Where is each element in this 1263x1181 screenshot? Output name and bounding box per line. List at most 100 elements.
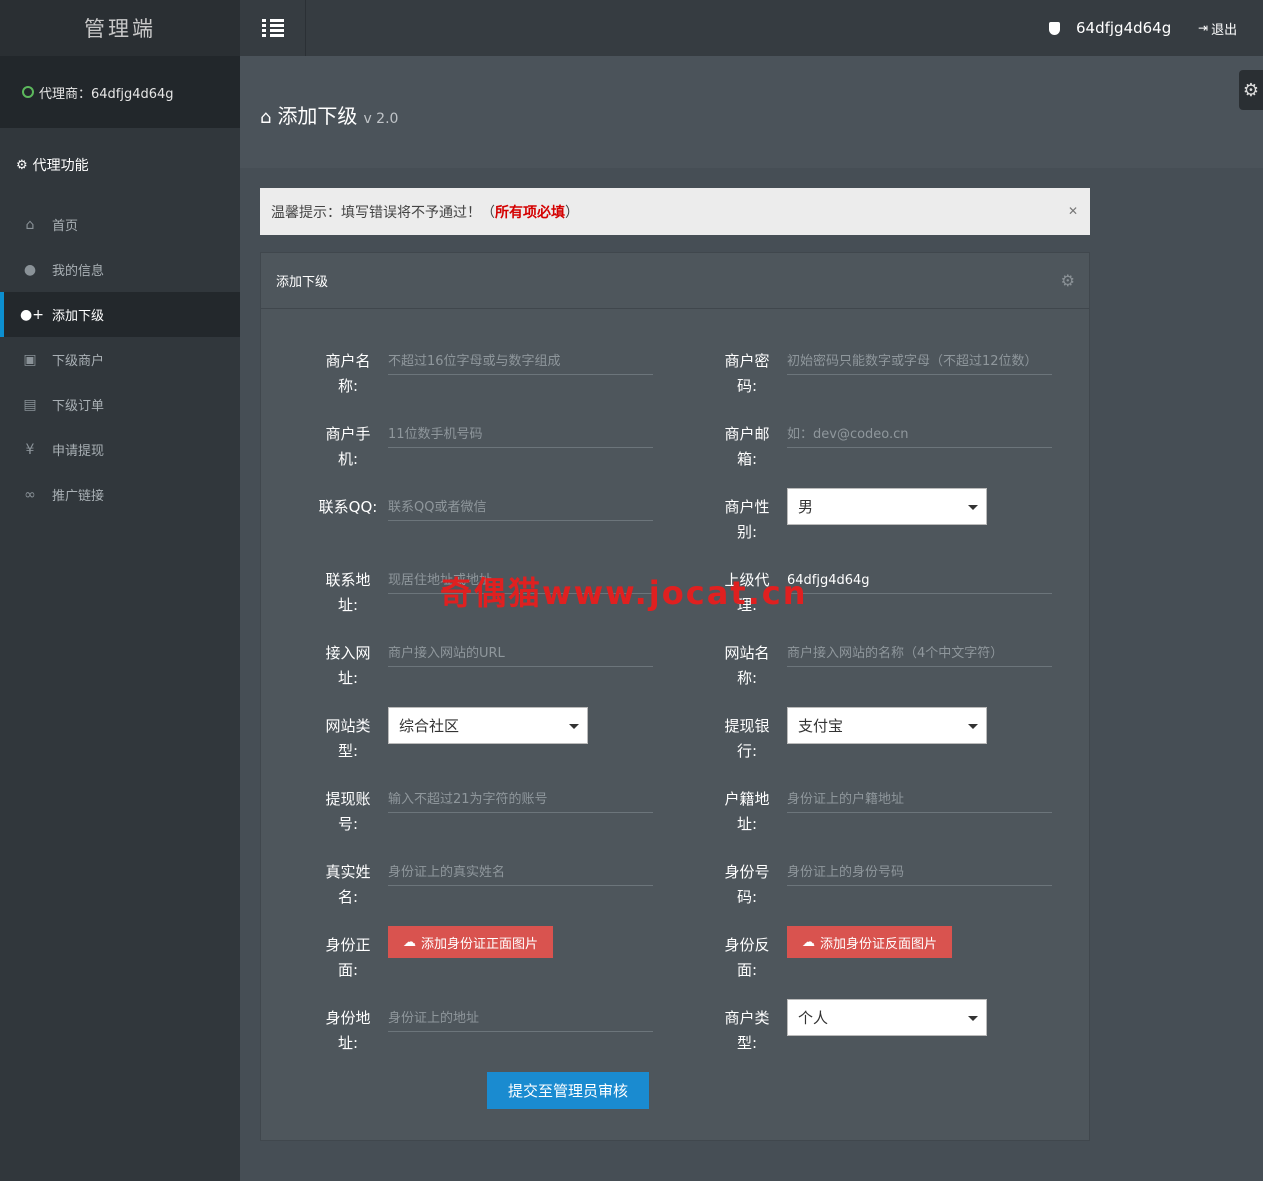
site-type-field: 网站类型: 综合社区 xyxy=(318,707,688,778)
contact-qq-input[interactable] xyxy=(388,495,653,521)
gender-select[interactable]: 男 xyxy=(787,488,987,525)
sidebar-item-my-info[interactable]: ● 我的信息 xyxy=(0,247,240,292)
site-url-input[interactable] xyxy=(388,641,653,667)
merchant-name-field: 商户名称: xyxy=(318,349,688,413)
select-value: 综合社区 xyxy=(399,717,460,735)
field-label: 身份地址: xyxy=(325,1009,371,1052)
topbar: 64dfjg4d64g ⇥ 退出 xyxy=(240,0,1263,56)
agent-label: 代理商：64dfjg4d64g xyxy=(39,86,174,102)
withdraw-bank-field: 提现银行: 支付宝 xyxy=(717,707,1087,778)
form-panel: 添加下级 ⚙ 商户名称: 商户密码: 商户手机: 商户邮箱: 联系QQ: 商户性… xyxy=(260,252,1090,1141)
alert-text-end: ） xyxy=(565,204,579,221)
site-name-input[interactable] xyxy=(787,641,1052,667)
upload-id-back-button[interactable]: ☁ 添加身份证反面图片 xyxy=(787,926,953,958)
page-header: ⌂ 添加下级 v 2.0 ⚙ xyxy=(240,56,1263,168)
shield-icon xyxy=(1049,21,1060,35)
id-back-field: 身份反面: ☁ 添加身份证反面图片 xyxy=(717,926,1087,997)
merchant-password-field: 商户密码: xyxy=(717,349,1087,413)
sidebar-item-label: 添加下级 xyxy=(52,309,105,324)
sidebar-item-label: 申请提现 xyxy=(52,444,105,459)
merchant-type-select[interactable]: 个人 xyxy=(787,999,987,1036)
id-number-input[interactable] xyxy=(787,860,1052,886)
field-label: 身份正面: xyxy=(325,936,371,979)
field-label: 上级代理: xyxy=(724,571,770,614)
field-label: 提现银行: xyxy=(724,717,770,760)
merchant-phone-input[interactable] xyxy=(388,422,653,448)
panel-header: 添加下级 ⚙ xyxy=(261,253,1089,309)
field-label: 网站名称: xyxy=(724,644,770,687)
field-label: 联系地址: xyxy=(325,571,371,614)
contact-address-field: 联系地址: xyxy=(318,568,688,632)
logout-button[interactable]: ⇥ 退出 xyxy=(1198,0,1237,56)
brand-title: 管理端 xyxy=(0,0,240,56)
home-icon: ⌂ xyxy=(25,216,35,233)
field-label: 商户类型: xyxy=(724,1009,770,1052)
withdraw-account-field: 提现账号: xyxy=(318,787,688,851)
page-version: v 2.0 xyxy=(363,111,399,127)
agent-status: 代理商：64dfjg4d64g xyxy=(0,56,240,128)
document-icon: ▤ xyxy=(23,396,37,413)
id-number-field: 身份号码: xyxy=(717,860,1087,924)
household-address-field: 户籍地址: xyxy=(717,787,1087,851)
select-value: 男 xyxy=(798,498,814,516)
household-address-input[interactable] xyxy=(787,787,1052,813)
site-type-select[interactable]: 综合社区 xyxy=(388,707,588,744)
gear-icon: ⚙ xyxy=(1242,79,1260,101)
sidebar-item-withdraw[interactable]: ¥ 申请提现 xyxy=(0,427,240,472)
chevron-down-icon xyxy=(569,724,579,729)
top-user[interactable]: 64dfjg4d64g xyxy=(1049,0,1171,56)
panel-title: 添加下级 xyxy=(276,275,329,290)
alert-required: 所有项必填 xyxy=(495,204,565,221)
id-address-field: 身份地址: xyxy=(318,1006,688,1070)
field-label: 户籍地址: xyxy=(724,790,770,833)
settings-tab-button[interactable]: ⚙ xyxy=(1239,70,1263,110)
field-label: 身份反面: xyxy=(724,936,770,979)
select-value: 支付宝 xyxy=(798,717,844,735)
merchant-phone-field: 商户手机: xyxy=(318,422,688,486)
sidebar-item-sub-merchants[interactable]: ▣ 下级商户 xyxy=(0,337,240,382)
alert-text: 温馨提示：填写错误将不予通过！（ xyxy=(271,204,495,221)
menu-toggle-button[interactable] xyxy=(240,0,306,56)
real-name-input[interactable] xyxy=(388,860,653,886)
sidebar-item-home[interactable]: ⌂ 首页 xyxy=(0,202,240,247)
user-add-icon: ●+ xyxy=(20,306,44,323)
withdraw-account-input[interactable] xyxy=(388,787,653,813)
merchant-email-input[interactable] xyxy=(787,422,1052,448)
section-title: ⚙ 代理功能 xyxy=(0,128,240,202)
chevron-down-icon xyxy=(968,1016,978,1021)
list-icon xyxy=(261,19,284,37)
chevron-down-icon xyxy=(968,724,978,729)
home-icon: ⌂ xyxy=(260,107,272,128)
yen-icon: ¥ xyxy=(25,441,35,458)
field-label: 提现账号: xyxy=(325,790,371,833)
section-title-label: 代理功能 xyxy=(32,158,89,174)
sidebar: 管理端 代理商：64dfjg4d64g ⚙ 代理功能 ⌂ 首页 ● 我的信息 ●… xyxy=(0,0,240,1181)
gear-icon[interactable]: ⚙ xyxy=(1061,271,1075,290)
parent-agent-input[interactable] xyxy=(787,568,1052,594)
sidebar-item-promo-link[interactable]: ∞ 推广链接 xyxy=(0,472,240,517)
submit-button[interactable]: 提交至管理员审核 xyxy=(487,1072,649,1109)
sidebar-item-label: 下级订单 xyxy=(52,399,105,414)
upload-id-front-button[interactable]: ☁ 添加身份证正面图片 xyxy=(388,926,554,958)
upload-label: 添加身份证反面图片 xyxy=(820,936,938,952)
field-label: 联系QQ: xyxy=(318,498,378,516)
contact-address-input[interactable] xyxy=(388,568,653,594)
sidebar-item-add-sub[interactable]: ●+ 添加下级 xyxy=(0,292,240,337)
close-icon[interactable]: ✕ xyxy=(1068,204,1078,218)
withdraw-bank-select[interactable]: 支付宝 xyxy=(787,707,987,744)
logout-icon: ⇥ xyxy=(1198,21,1209,35)
field-label: 接入网址: xyxy=(325,644,371,687)
page-title: ⌂ 添加下级 v 2.0 xyxy=(260,100,398,129)
merchant-name-input[interactable] xyxy=(388,349,653,375)
page-title-text: 添加下级 xyxy=(277,104,358,128)
sidebar-item-sub-orders[interactable]: ▤ 下级订单 xyxy=(0,382,240,427)
merchant-password-input[interactable] xyxy=(787,349,1052,375)
field-label: 商户性别: xyxy=(724,498,770,541)
sidebar-item-label: 我的信息 xyxy=(52,264,105,279)
gear-icon: ⚙ xyxy=(16,157,28,173)
real-name-field: 真实姓名: xyxy=(318,860,688,924)
id-address-input[interactable] xyxy=(388,1006,653,1032)
user-icon: ● xyxy=(23,261,37,278)
field-label: 网站类型: xyxy=(325,717,371,760)
merchant-type-field: 商户类型: 个人 xyxy=(717,999,1087,1070)
